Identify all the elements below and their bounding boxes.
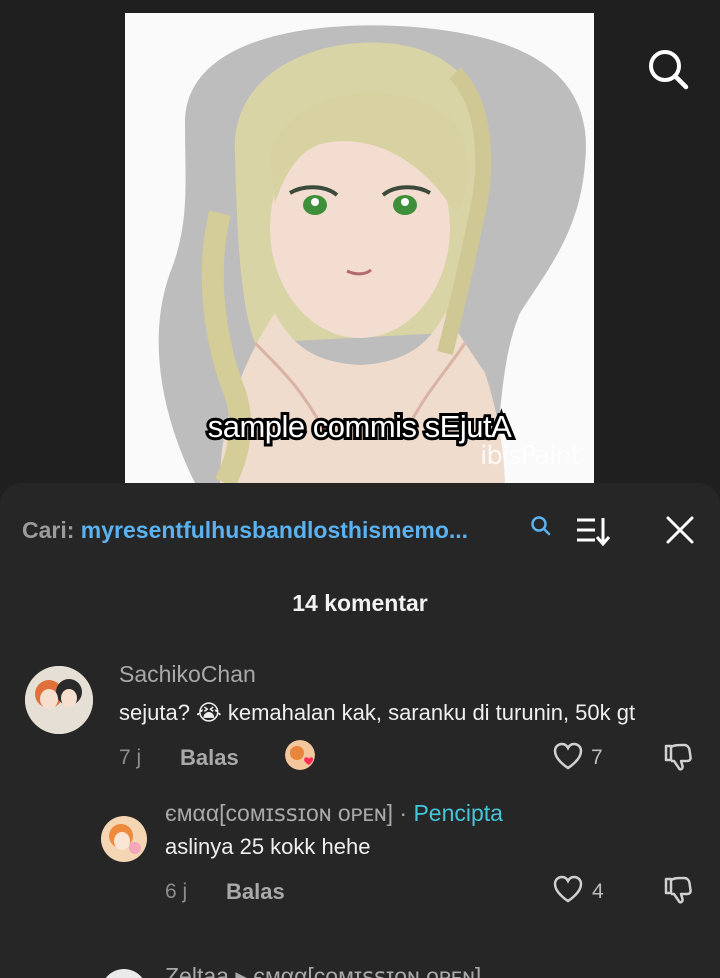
- reply-text: aslinya 25 kokk hehe: [165, 834, 371, 859]
- like-heart-icon[interactable]: [552, 874, 584, 909]
- separator-dot: ·: [399, 800, 408, 826]
- search-suggestion[interactable]: Cari: myresentfulhusbandlosthismemo...: [22, 517, 468, 544]
- sort-icon[interactable]: [575, 515, 611, 552]
- reply-username[interactable]: Zeltaa ▸ ємαα[ᴄᴏᴍɪꜱꜱɪᴏɴ ᴏᴘᴇɴ]: [165, 963, 481, 978]
- comment-username[interactable]: SachikoChan: [119, 661, 256, 688]
- dislike-icon[interactable]: [662, 874, 694, 911]
- like-count: 7: [591, 746, 603, 769]
- reply-username[interactable]: ємαα[ᴄᴏᴍɪꜱꜱɪᴏɴ ᴏᴘᴇɴ] · Pencipta: [165, 800, 503, 827]
- like-heart-icon[interactable]: [552, 741, 584, 776]
- reply-button[interactable]: Balas: [180, 745, 239, 771]
- dislike-icon[interactable]: [662, 741, 694, 778]
- video-artwork: sample commis sEjutA ibisPaint: [125, 13, 594, 483]
- ibispaint-watermark: ibisPaint: [480, 441, 581, 471]
- search-small-icon[interactable]: [530, 515, 552, 542]
- creator-liked-avatar: [285, 740, 315, 770]
- comments-header: Cari: myresentfulhusbandlosthismemo...: [22, 513, 702, 549]
- comments-sheet: Cari: myresentfulhusbandlosthismemo... 1…: [0, 483, 720, 978]
- reply-item: ємαα[ᴄᴏᴍɪꜱꜱɪᴏɴ ᴏᴘᴇɴ] · Pencipta aslinya …: [0, 800, 720, 928]
- video-caption: sample commis sEjutA: [205, 406, 515, 447]
- comment-item: SachikoChan sejuta? 😭 kemahalan kak, sar…: [0, 653, 720, 773]
- search-query-link[interactable]: myresentfulhusbandlosthismemo...: [81, 517, 468, 543]
- avatar[interactable]: [25, 666, 93, 734]
- comment-time: 7 j: [119, 746, 142, 769]
- creator-badge: Pencipta: [413, 800, 503, 826]
- reply-item-partial: Zeltaa ▸ ємαα[ᴄᴏᴍɪꜱꜱɪᴏɴ ᴏᴘᴇɴ]: [0, 963, 720, 978]
- like-count: 4: [592, 880, 604, 903]
- reply-username-text: ємαα[ᴄᴏᴍɪꜱꜱɪᴏɴ ᴏᴘᴇɴ]: [165, 800, 394, 826]
- reply-button[interactable]: Balas: [226, 879, 285, 905]
- close-icon[interactable]: [665, 515, 695, 550]
- avatar[interactable]: [101, 816, 147, 862]
- avatar[interactable]: [101, 969, 147, 978]
- search-icon[interactable]: [646, 47, 690, 91]
- search-label: Cari:: [22, 517, 75, 543]
- comment-text: sejuta? 😭 kemahalan kak, saranku di turu…: [119, 700, 636, 725]
- video-area[interactable]: sample commis sEjutA ibisPaint: [0, 0, 720, 500]
- reply-time: 6 j: [165, 880, 188, 903]
- comment-count: 14 komentar: [292, 590, 428, 616]
